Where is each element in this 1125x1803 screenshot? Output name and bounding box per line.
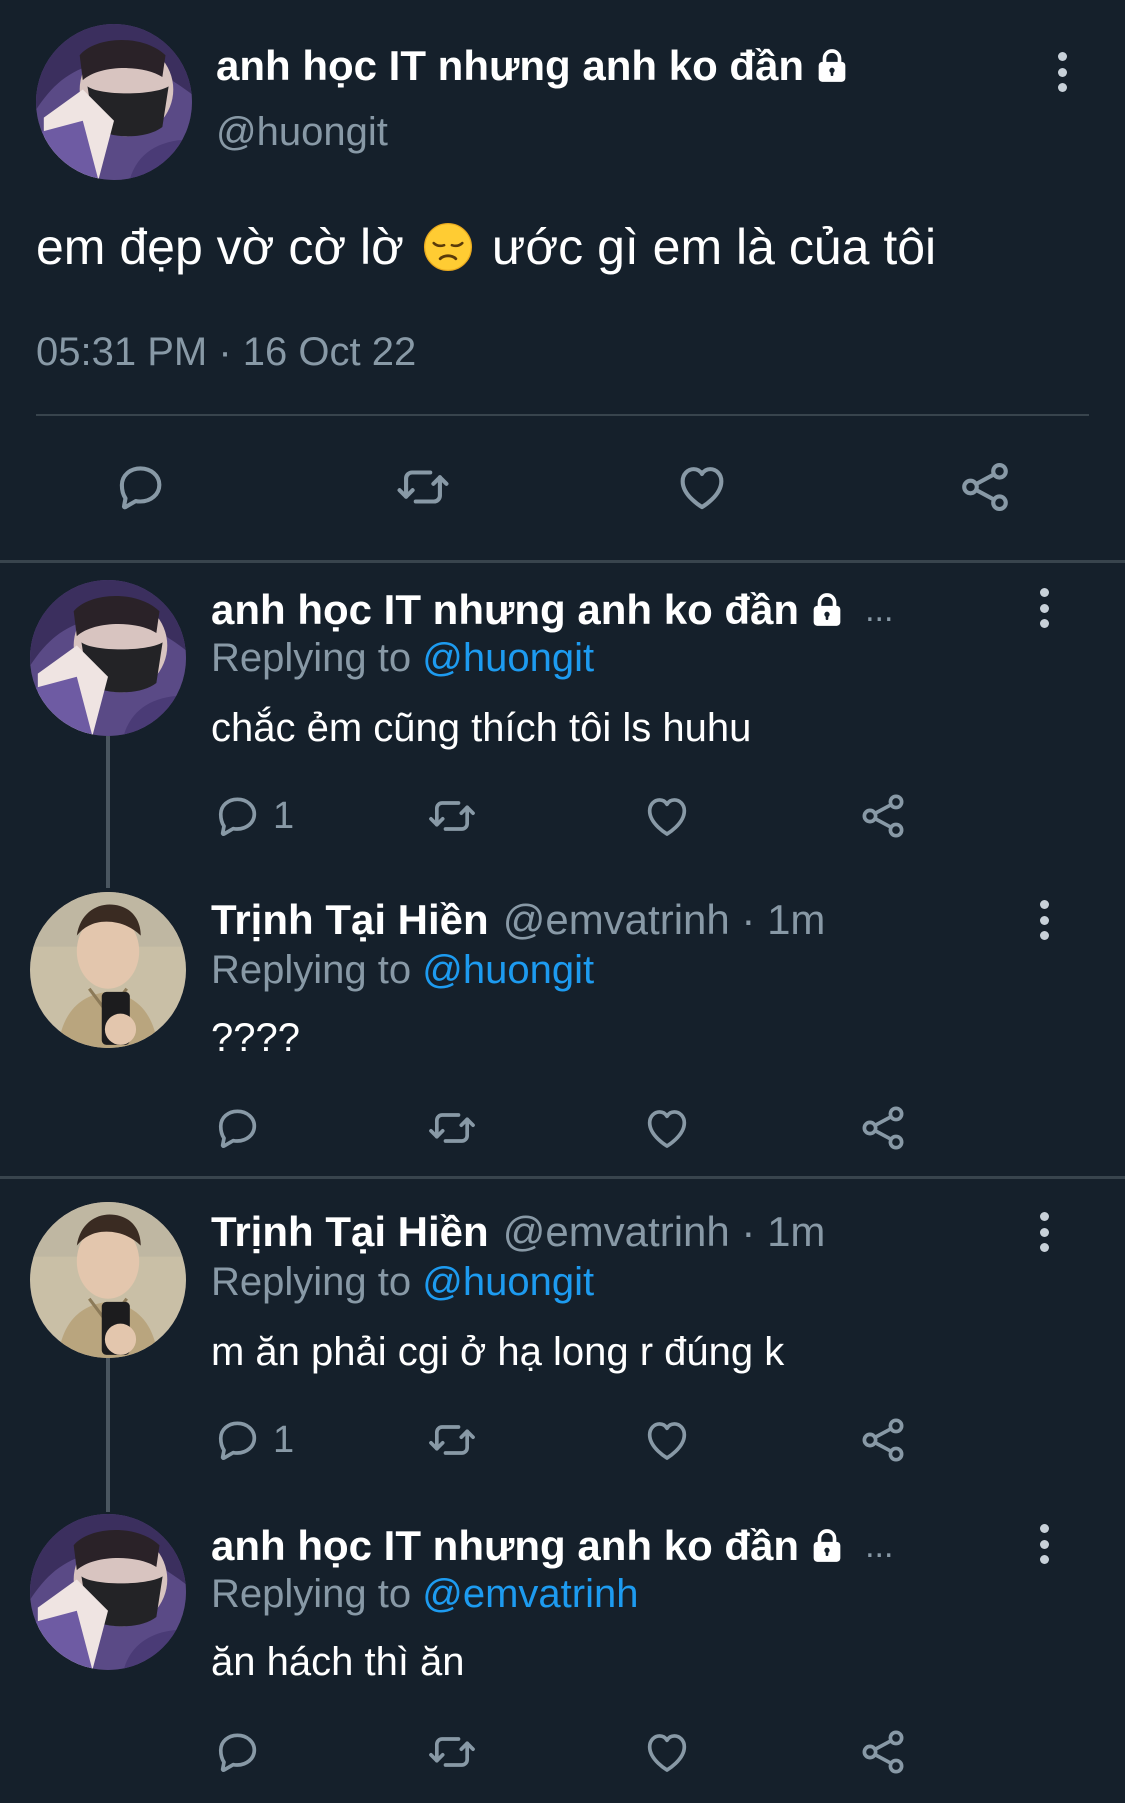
replying-to: Replying to @huongit (211, 948, 594, 993)
replying-label: Replying to (211, 1572, 412, 1616)
more-options-icon[interactable] (1029, 588, 1059, 628)
retweet-button[interactable] (423, 1102, 481, 1154)
replying-label: Replying to (211, 948, 412, 992)
retweet-icon (423, 790, 481, 842)
author-handle-time[interactable]: @emvatrinh · 1m (503, 1208, 826, 1256)
replying-to: Replying to @huongit (211, 636, 594, 681)
like-button[interactable] (641, 790, 693, 842)
like-button[interactable] (673, 458, 731, 516)
replying-label: Replying to (211, 636, 412, 680)
author-name-text[interactable]: Trịnh Tại Hiền (211, 1208, 489, 1256)
ellipsis: ... (865, 590, 894, 629)
mention-link[interactable]: @emvatrinh (422, 1572, 638, 1616)
reply-button[interactable]: 1 (211, 1414, 294, 1466)
heart-icon (641, 1414, 693, 1466)
author-name-text[interactable]: anh học IT nhưng anh ko đần (211, 1522, 799, 1570)
reply-icon (211, 790, 263, 842)
retweet-button[interactable] (423, 1726, 481, 1778)
tweet-text-part-2: ước gì em là của tôi (491, 219, 937, 275)
reply-icon (111, 458, 169, 516)
like-button[interactable] (641, 1414, 693, 1466)
tweet-text: em đẹp vờ cờ lờ ước gì em là của tôi (36, 218, 936, 276)
tweet-text-part-1: em đẹp vờ cờ lờ (36, 219, 404, 275)
lock-icon (812, 46, 852, 86)
author-name-text[interactable]: anh học IT nhưng anh ko đần (211, 586, 799, 634)
share-icon (857, 1726, 909, 1778)
share-button[interactable] (857, 1414, 909, 1466)
reply-button[interactable] (211, 1102, 273, 1154)
tweet-timestamp[interactable]: 05:31 PM · 16 Oct 22 (36, 330, 416, 375)
reply-button[interactable] (211, 1726, 273, 1778)
like-button[interactable] (641, 1102, 693, 1154)
reply-text: chắc ẻm cũng thích tôi ls huhu (211, 706, 752, 750)
author-name[interactable]: Trịnh Tại Hiền @emvatrinh · 1m (211, 896, 825, 944)
share-icon (956, 458, 1014, 516)
replying-to: Replying to @huongit (211, 1260, 594, 1305)
share-button[interactable] (857, 790, 909, 842)
share-button[interactable] (956, 458, 1014, 516)
thread-line (106, 1358, 110, 1512)
share-icon (857, 1414, 909, 1466)
reply-text: ???? (211, 1016, 300, 1060)
author-name[interactable]: anh học IT nhưng anh ko đần ... (211, 586, 893, 634)
retweet-icon (423, 1102, 481, 1154)
more-options-icon[interactable] (1029, 1212, 1059, 1252)
mention-link[interactable]: @huongit (422, 1260, 594, 1304)
heart-icon (641, 1726, 693, 1778)
retweet-icon (389, 458, 457, 516)
reply-button[interactable]: 1 (211, 790, 294, 842)
reply-text: m ăn phải cgi ở hạ long r đúng k (211, 1330, 785, 1374)
retweet-button[interactable] (423, 1414, 481, 1466)
main-tweet: anh học IT nhưng anh ko đần @huongit em … (0, 0, 1125, 560)
reply-button[interactable] (111, 458, 169, 516)
more-options-icon[interactable] (1029, 1524, 1059, 1564)
more-options-icon[interactable] (1029, 900, 1059, 940)
section-divider (0, 1176, 1125, 1179)
mention-link[interactable]: @huongit (422, 636, 594, 680)
share-button[interactable] (857, 1102, 909, 1154)
ellipsis: ... (865, 1526, 894, 1565)
retweet-button[interactable] (389, 458, 457, 516)
author-handle[interactable]: @huongit (216, 110, 388, 155)
section-divider (0, 560, 1125, 563)
author-name-text[interactable]: Trịnh Tại Hiền (211, 896, 489, 944)
reply-count: 1 (273, 794, 295, 837)
like-button[interactable] (641, 1726, 693, 1778)
author-name[interactable]: anh học IT nhưng anh ko đần ... (211, 1522, 893, 1570)
reply-icon (211, 1726, 263, 1778)
avatar[interactable] (30, 1514, 186, 1670)
avatar[interactable] (36, 24, 192, 180)
heart-icon (641, 790, 693, 842)
avatar[interactable] (30, 580, 186, 736)
disappointed-face-icon (422, 221, 474, 273)
more-options-icon[interactable] (1047, 52, 1077, 92)
retweet-button[interactable] (423, 790, 481, 842)
author-handle-time[interactable]: @emvatrinh · 1m (503, 896, 826, 944)
reply-count: 1 (273, 1418, 295, 1461)
avatar[interactable] (30, 1202, 186, 1358)
tweet-thread-page: anh học IT nhưng anh ko đần @huongit em … (0, 0, 1125, 1803)
reply-text: ăn hách thì ăn (211, 1640, 465, 1684)
share-button[interactable] (857, 1726, 909, 1778)
heart-icon (673, 458, 731, 516)
author-name-text[interactable]: anh học IT nhưng anh ko đần (216, 42, 804, 90)
avatar[interactable] (30, 892, 186, 1048)
share-icon (857, 1102, 909, 1154)
reply-icon (211, 1414, 263, 1466)
heart-icon (641, 1102, 693, 1154)
replying-to: Replying to @emvatrinh (211, 1572, 638, 1617)
lock-icon (807, 590, 847, 630)
lock-icon (807, 1526, 847, 1566)
divider (36, 414, 1089, 416)
author-name[interactable]: anh học IT nhưng anh ko đần (216, 42, 852, 90)
reply-icon (211, 1102, 263, 1154)
replying-label: Replying to (211, 1260, 412, 1304)
retweet-icon (423, 1726, 481, 1778)
retweet-icon (423, 1414, 481, 1466)
thread-line (106, 736, 110, 888)
author-name[interactable]: Trịnh Tại Hiền @emvatrinh · 1m (211, 1208, 825, 1256)
share-icon (857, 790, 909, 842)
mention-link[interactable]: @huongit (422, 948, 594, 992)
